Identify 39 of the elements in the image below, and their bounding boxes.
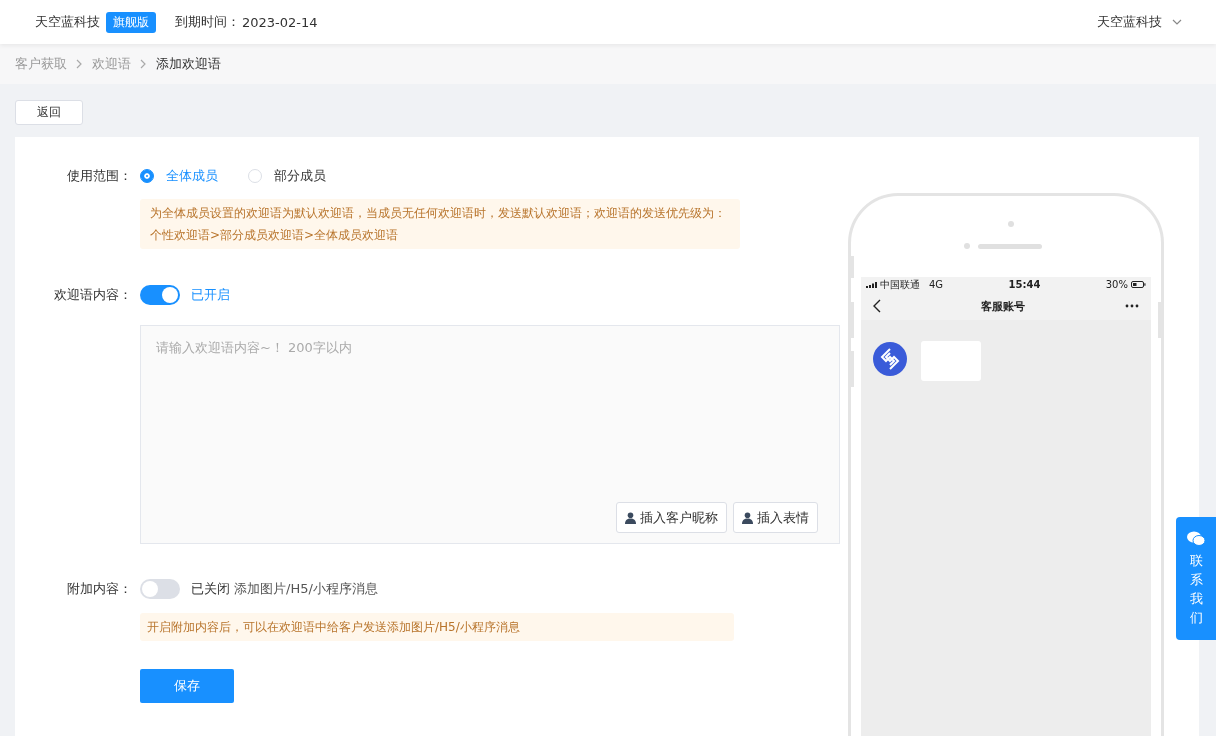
toggle-status: 已开启: [191, 286, 230, 304]
chat-bubbles-icon: [1187, 531, 1205, 546]
chevron-right-icon: [76, 59, 83, 69]
expiry-label: 到期时间：: [175, 13, 240, 31]
breadcrumb-link[interactable]: 添加欢迎语: [156, 55, 221, 73]
battery-percent: 30%: [1105, 279, 1128, 290]
status-time: 15:44: [1008, 279, 1041, 290]
field-label: 使用范围：: [66, 167, 132, 185]
avatar-logo-icon: [873, 342, 907, 376]
toggle-switch[interactable]: [140, 285, 180, 305]
battery-icon: [1131, 281, 1146, 288]
account-menu[interactable]: 天空蓝科技: [1097, 13, 1182, 31]
chat-title: 客服账号: [981, 298, 1025, 314]
info-note: 开启附加内容后，可以在欢迎语中给客户发送添加图片/H5/小程序消息: [140, 613, 734, 641]
chevron-right-icon: [140, 59, 147, 69]
toggle-hint: 添加图片/H5/小程序消息: [234, 580, 378, 598]
back-button[interactable]: 返回: [15, 100, 83, 125]
person-icon: [742, 511, 753, 524]
speaker-grill: [978, 243, 1042, 249]
message-textarea[interactable]: 请输入欢迎语内容~！ 200字以内 插入客户昵称 插入表情: [140, 325, 840, 544]
insert-button[interactable]: 插入客户昵称: [616, 502, 727, 533]
camera-dot: [1008, 221, 1014, 227]
info-note: 为全体成员设置的欢迎语为默认欢迎语，当成员无任何欢迎语时，发送默认欢迎语；欢迎语的发送优先级为：个性欢迎语>部分成员欢迎语>全体成员欢迎语: [140, 199, 740, 249]
signal-icon: [866, 281, 877, 288]
edition-badge: 旗舰版: [106, 11, 156, 33]
toggle-status: 已关闭: [191, 580, 230, 598]
company-name: 天空蓝科技: [35, 13, 100, 31]
chevron-down-icon: [1172, 19, 1182, 25]
carrier-name: 中国联通: [880, 277, 920, 292]
radio-option[interactable]: 部分成员: [248, 167, 326, 185]
more-icon[interactable]: [1125, 304, 1139, 308]
sensor-dot: [964, 243, 970, 249]
insert-button[interactable]: 插入表情: [733, 502, 818, 533]
network-type: 4G: [929, 279, 944, 290]
person-icon: [625, 511, 636, 524]
field-label: 欢迎语内容：: [53, 286, 132, 304]
expiry-date: 2023-02-14: [242, 14, 318, 30]
toggle-switch[interactable]: [140, 579, 180, 599]
field-label: 附加内容：: [66, 580, 132, 598]
